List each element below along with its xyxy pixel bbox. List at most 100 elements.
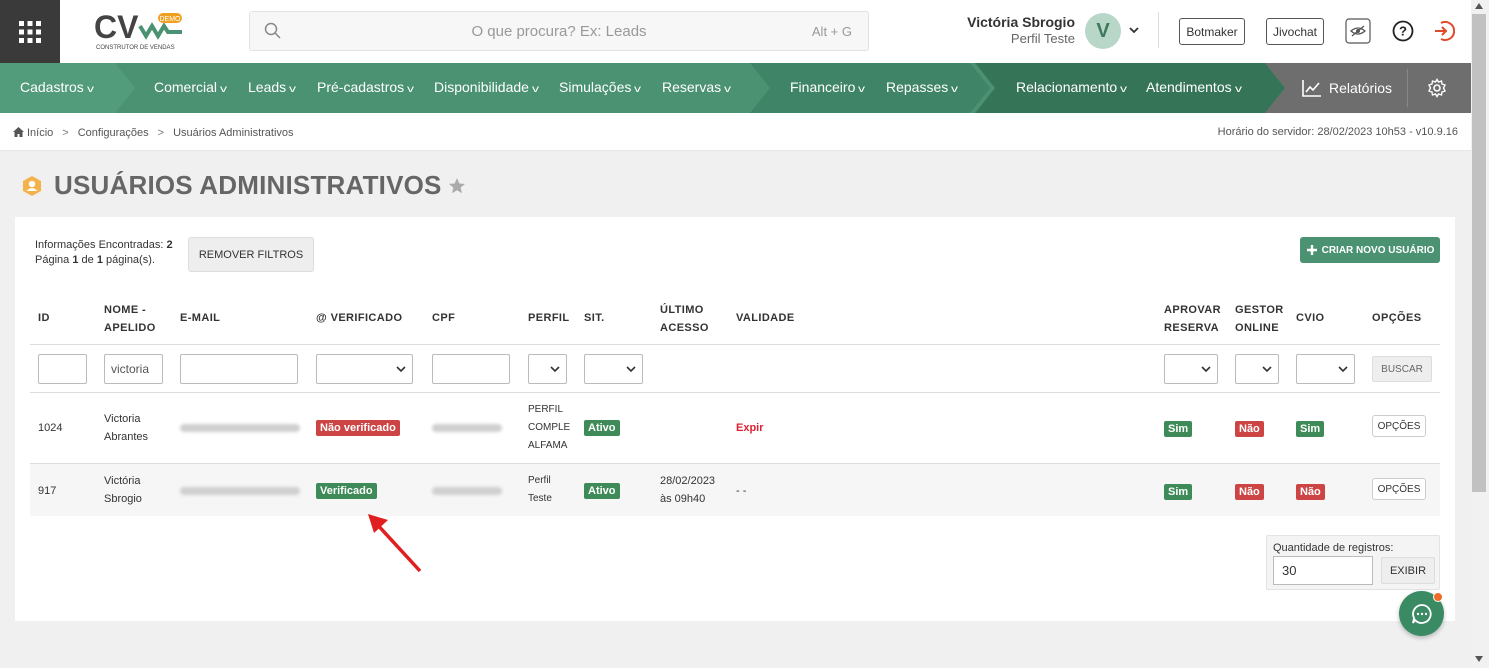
email-filter-input[interactable] [180, 354, 298, 384]
avatar[interactable]: V [1085, 13, 1121, 49]
notification-dot [1433, 592, 1443, 602]
status-badge: Ativo [584, 483, 620, 499]
nav-item-relatorios[interactable]: Relatórios [1302, 79, 1392, 97]
plus-icon [1306, 245, 1317, 255]
chevron-down-icon: v [858, 84, 866, 95]
col-header-cvio: CVIO [1296, 312, 1325, 324]
nav-item-repasses[interactable]: Repasses v [886, 79, 958, 95]
users-panel: Informações Encontradas: 2 Página 1 de 1… [15, 217, 1455, 621]
search-button[interactable]: BUSCAR [1372, 356, 1432, 382]
scroll-down-icon[interactable] [1475, 656, 1483, 662]
manager-filter-select[interactable] [1235, 354, 1279, 384]
id-filter-input[interactable] [38, 354, 87, 384]
results-count: 2 [166, 239, 173, 251]
top-bar: CV DEMO CONSTRUTOR DE VENDAS O que procu… [0, 0, 1471, 63]
profile-filter-select[interactable] [528, 354, 567, 384]
scrollbar-thumb[interactable] [1472, 14, 1486, 492]
show-button[interactable]: EXIBIR [1381, 557, 1435, 584]
remove-filters-button[interactable]: REMOVER FILTROS [188, 237, 314, 272]
search-shortcut: Alt + G [811, 24, 852, 39]
validity-text: - - [736, 485, 747, 497]
records-per-page-box: Quantidade de registros: 30 EXIBIR [1266, 535, 1440, 590]
chat-icon [1411, 603, 1432, 624]
logout-button[interactable] [1430, 17, 1458, 45]
row-name[interactable]: Victória Sbrogio [104, 472, 142, 508]
approve-filter-select[interactable] [1164, 354, 1218, 384]
col-header-sit: SIT. [584, 312, 605, 324]
records-label: Quantidade de registros: [1273, 542, 1394, 554]
cvio-filter-select[interactable] [1296, 354, 1355, 384]
annotation-arrow-icon [368, 514, 422, 573]
users-admin-icon [23, 175, 41, 196]
row-id: 1024 [38, 422, 63, 434]
breadcrumb-config[interactable]: Configurações [78, 127, 149, 139]
table-row: 1024 Victoria Abrantes Não verificado PER… [30, 393, 1440, 463]
row-name[interactable]: Victoria Abrantes [104, 410, 148, 446]
row-last-access: 28/02/2023 às 09h40 [660, 475, 716, 505]
cv-logo[interactable]: CV DEMO CONSTRUTOR DE VENDAS [94, 9, 186, 52]
chevron-down-icon: v [634, 84, 642, 95]
col-header-perfil: PERFIL [528, 312, 570, 324]
nav-item-leads[interactable]: Leads v [248, 79, 296, 95]
chevron-down-icon [1338, 366, 1348, 373]
col-header-aprovar-reserva: APROVAR RESERVA [1164, 304, 1221, 334]
status-badge: Não [1296, 484, 1325, 500]
chevron-down-icon: v [407, 84, 415, 95]
nav-item-reservas[interactable]: Reservas v [662, 79, 731, 95]
nav-item-comercial[interactable]: Comercial v [154, 79, 227, 95]
apps-grid-button[interactable] [0, 0, 60, 63]
records-input[interactable]: 30 [1273, 556, 1373, 585]
breadcrumb-current: Usuários Administrativos [173, 127, 294, 139]
chat-button[interactable] [1399, 591, 1444, 636]
eye-toggle-button[interactable] [1344, 17, 1372, 45]
botmaker-button[interactable]: Botmaker [1179, 18, 1245, 45]
nav-item-simulacoes[interactable]: Simulações v [559, 79, 642, 95]
jivochat-button[interactable]: Jivochat [1266, 18, 1324, 45]
status-badge: Sim [1296, 421, 1325, 437]
nav-item-financeiro[interactable]: Financeiro v [790, 79, 866, 95]
name-filter-input[interactable]: victoria [104, 354, 163, 384]
create-user-button[interactable]: CRIAR NOVO USUÁRIO [1300, 237, 1440, 263]
scroll-up-icon[interactable] [1475, 3, 1483, 9]
user-name: Victória Sbrogio [967, 14, 1075, 30]
user-info[interactable]: Victória Sbrogio Perfil Teste [940, 14, 1075, 46]
nav-item-pre-cadastros[interactable]: Pré-cadastros v [317, 79, 415, 95]
redacted-cpf [432, 487, 502, 495]
status-badge: Não [1235, 421, 1264, 437]
page-title: USUÁRIOS ADMINISTRATIVOS [54, 170, 442, 200]
eye-off-icon [1345, 18, 1371, 44]
home-icon [13, 127, 24, 137]
validity-text: Expir [736, 422, 764, 434]
nav-item-atendimentos[interactable]: Atendimentos v [1146, 79, 1242, 95]
breadcrumb-home[interactable]: Início [27, 127, 53, 139]
chevron-down-icon[interactable] [1128, 24, 1140, 36]
options-button[interactable]: OPÇÕES [1372, 415, 1426, 437]
server-time: Horário do servidor: 28/02/2023 10h53 - … [1217, 126, 1458, 138]
verified-filter-select[interactable] [316, 354, 413, 384]
status-filter-select[interactable] [584, 354, 643, 384]
col-header-validade: VALIDADE [736, 312, 795, 324]
options-button[interactable]: OPÇÕES [1372, 478, 1426, 500]
chevron-down-icon: v [1234, 84, 1242, 95]
status-badge: Sim [1164, 421, 1193, 437]
breadcrumb: Início > Configurações > Usuários Administra… [13, 127, 294, 139]
logout-icon [1435, 21, 1455, 41]
gear-icon [1428, 78, 1446, 98]
logo-text: CV [94, 10, 139, 45]
nav-item-disponibilidade[interactable]: Disponibilidade v [434, 79, 539, 95]
star-icon[interactable] [448, 177, 466, 195]
chevron-right-icon: > [62, 127, 69, 139]
grid-icon [19, 20, 41, 43]
col-header-gestor-online: GESTOR ONLINE [1235, 304, 1284, 334]
col-header-ultimo-acesso: ÚLTIMO ACESSO [660, 304, 709, 334]
scrollbar[interactable] [1471, 0, 1489, 668]
nav-item-cadastros[interactable]: Cadastros v [20, 79, 94, 95]
chevron-down-icon [396, 366, 406, 373]
settings-button[interactable] [1427, 78, 1447, 101]
divider [1158, 12, 1159, 48]
help-button[interactable]: ? [1389, 17, 1417, 45]
search-bar[interactable]: O que procura? Ex: Leads Alt + G [249, 11, 869, 51]
nav-item-relacionamento[interactable]: Relacionamento v [1016, 79, 1127, 95]
main-nav: Cadastros v Comercial v Leads v Pré-cadastr… [0, 63, 1471, 113]
cpf-filter-input[interactable] [432, 354, 510, 384]
